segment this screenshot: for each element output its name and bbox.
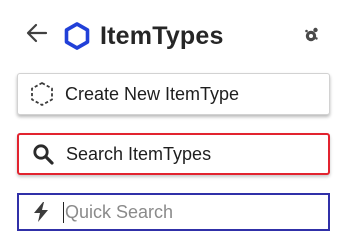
cog-icon [302, 26, 320, 49]
page-title: ItemTypes [100, 22, 224, 50]
search-icon [29, 140, 57, 168]
header-bar: ItemTypes [0, 14, 338, 58]
quick-search-input[interactable] [63, 201, 305, 223]
arrow-left-icon [25, 21, 49, 50]
quick-search-field [17, 193, 330, 231]
create-itemtype-button[interactable]: Create New ItemType [17, 73, 330, 115]
settings-button[interactable] [300, 26, 322, 48]
bolt-icon [29, 200, 53, 224]
back-button[interactable] [22, 20, 52, 50]
hexagon-icon [62, 21, 92, 51]
create-itemtype-label: Create New ItemType [65, 83, 240, 104]
search-itemtypes-label: Search ItemTypes [66, 143, 212, 164]
dashed-hexagon-icon [28, 80, 56, 108]
search-itemtypes-button[interactable]: Search ItemTypes [17, 133, 330, 175]
